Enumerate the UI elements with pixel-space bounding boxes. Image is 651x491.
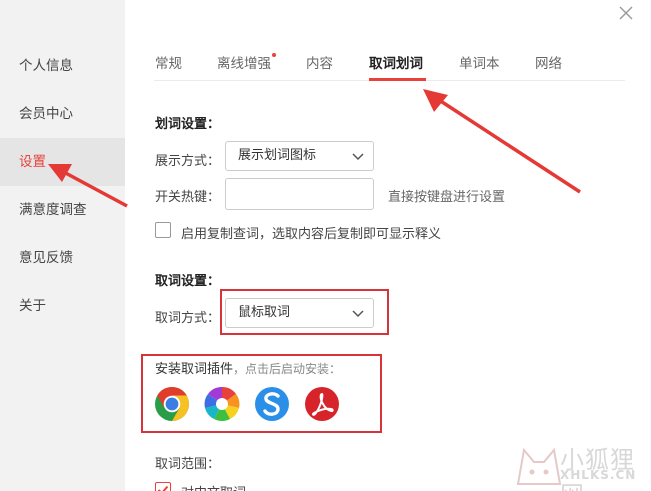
chinese-capture-label: 对中文取词	[181, 482, 246, 491]
chinese-capture-checkbox[interactable]	[155, 482, 171, 491]
sidebar-item-membership[interactable]: 会员中心	[0, 90, 125, 138]
section-title-capture: 取词设置：	[155, 274, 221, 289]
watermark-subtitle: XHLKS.CN	[560, 468, 637, 482]
plugin-install-title-main: 安装取词插件	[155, 362, 234, 377]
capture-range-label: 取词范围：	[155, 457, 221, 472]
360-browser-icon[interactable]	[204, 386, 240, 422]
display-mode-value: 展示划词图标	[238, 148, 317, 163]
tab-offline-enhance-label: 离线增强	[217, 56, 271, 72]
display-mode-label: 展示方式：	[155, 154, 221, 169]
close-button[interactable]	[616, 3, 636, 23]
copy-lookup-checkbox[interactable]	[155, 222, 171, 238]
chevron-down-icon	[352, 310, 364, 318]
tab-wordbook[interactable]: 单词本	[459, 52, 500, 72]
section-title-selection: 划词设置：	[155, 117, 221, 132]
tab-content[interactable]: 内容	[306, 52, 333, 72]
capture-mode-label: 取词方式：	[155, 311, 221, 326]
sidebar-item-about[interactable]: 关于	[0, 282, 125, 330]
tab-offline-enhance[interactable]: 离线增强	[217, 52, 276, 72]
capture-mode-select[interactable]: 鼠标取词	[225, 298, 374, 328]
hotkey-label: 开关热键：	[155, 190, 221, 205]
tab-network[interactable]: 网络	[535, 52, 562, 72]
tab-general[interactable]: 常规	[155, 52, 182, 72]
capture-mode-value: 鼠标取词	[238, 305, 291, 320]
sidebar: 个人信息 会员中心 设置 满意度调查 意见反馈 关于	[0, 0, 125, 491]
chevron-down-icon	[352, 153, 364, 161]
new-dot-badge	[272, 53, 276, 57]
arrow-to-tab	[435, 96, 581, 194]
hotkey-hint: 直接按键盘进行设置	[388, 190, 506, 205]
plugin-install-subtitle: ，点击后启动安装：	[233, 362, 342, 376]
watermark-title: 小狐狸网	[560, 446, 635, 491]
active-tab-indicator	[369, 78, 426, 81]
copy-lookup-label: 启用复制查词，选取内容后复制即可显示释义	[181, 227, 442, 242]
hotkey-input[interactable]	[225, 178, 374, 210]
display-mode-select[interactable]: 展示划词图标	[225, 141, 374, 171]
sogou-browser-icon[interactable]	[254, 386, 290, 422]
close-icon	[619, 6, 633, 20]
arrow-head-tab	[423, 89, 448, 112]
plugin-install-title: 安装取词插件，点击后启动安装：	[155, 358, 341, 377]
sidebar-item-settings[interactable]: 设置	[0, 138, 125, 186]
chrome-icon[interactable]	[154, 386, 190, 422]
checkmark-icon	[157, 485, 169, 491]
sidebar-item-survey[interactable]: 满意度调查	[0, 186, 125, 234]
tab-word-capture[interactable]: 取词划词	[369, 52, 423, 72]
sidebar-item-profile[interactable]: 个人信息	[0, 42, 125, 90]
adobe-acrobat-icon[interactable]	[304, 386, 340, 422]
sidebar-item-feedback[interactable]: 意见反馈	[0, 234, 125, 282]
